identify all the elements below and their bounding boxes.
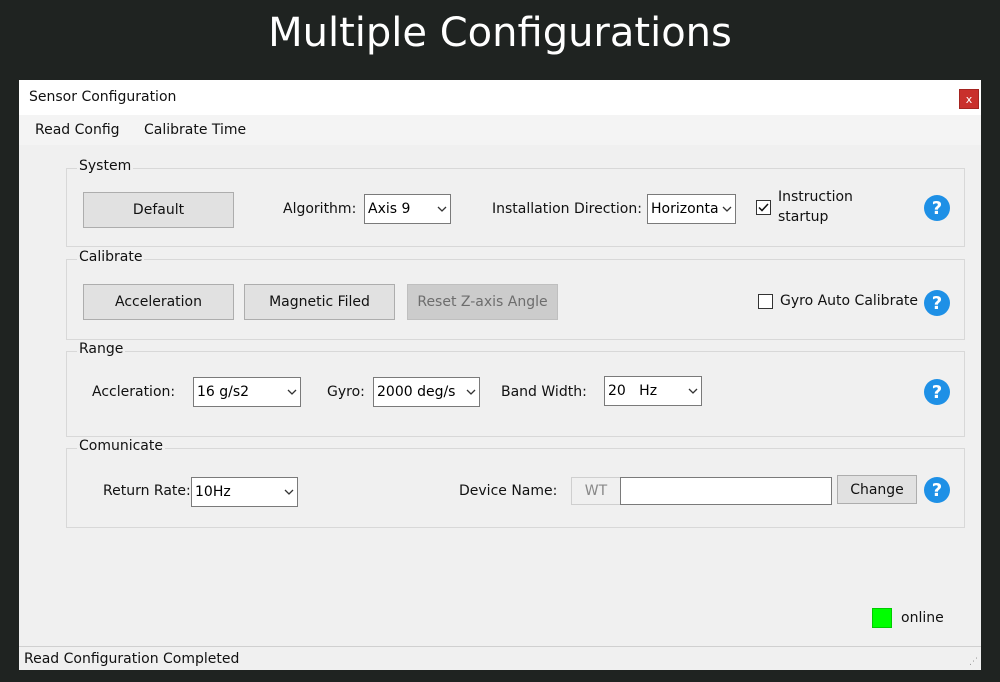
help-icon[interactable]: ? — [924, 195, 950, 221]
banner-title: Multiple Configurations — [268, 10, 732, 56]
menu-bar: Read Config Calibrate Time — [19, 115, 981, 145]
online-label: online — [901, 610, 944, 626]
device-name-input[interactable] — [620, 477, 832, 505]
status-message: Read Configuration Completed — [24, 651, 240, 667]
magnetic-field-calibrate-button[interactable]: Magnetic Filed — [244, 284, 395, 320]
calibrate-group-title: Calibrate — [77, 249, 145, 265]
menu-read-config[interactable]: Read Config — [35, 122, 120, 138]
sensor-config-window: Sensor Configuration x Read Config Calib… — [19, 80, 981, 670]
gyro-auto-calibrate-label: Gyro Auto Calibrate — [780, 293, 919, 309]
range-group-title: Range — [77, 341, 126, 357]
chevron-down-icon — [685, 377, 701, 405]
chevron-down-icon — [434, 195, 450, 223]
bandwidth-select[interactable]: 20 Hz — [604, 376, 702, 406]
return-rate-select[interactable]: 10Hz — [191, 477, 298, 507]
device-name-label: Device Name: — [459, 483, 558, 499]
algorithm-value: Axis 9 — [368, 201, 411, 217]
system-group-title: System — [77, 158, 134, 174]
change-button[interactable]: Change — [837, 475, 917, 504]
reset-z-axis-button[interactable]: Reset Z-axis Angle — [407, 284, 558, 320]
window-title: Sensor Configuration — [29, 89, 177, 105]
communicate-group-title: Comunicate — [77, 438, 165, 454]
check-icon — [758, 203, 769, 212]
return-rate-value: 10Hz — [195, 484, 231, 500]
communicate-group: Comunicate Return Rate: 10Hz Device Name… — [66, 438, 965, 528]
algorithm-select[interactable]: Axis 9 — [364, 194, 451, 224]
title-bar: Sensor Configuration x — [19, 80, 981, 115]
online-indicator — [872, 608, 892, 628]
instruction-startup-checkbox[interactable] — [756, 200, 771, 215]
menu-calibrate-time[interactable]: Calibrate Time — [144, 122, 246, 138]
range-acceleration-value: 16 g/s2 — [197, 384, 250, 400]
acceleration-calibrate-button[interactable]: Acceleration — [83, 284, 234, 320]
gyro-range-select[interactable]: 2000 deg/s — [373, 377, 480, 407]
range-acceleration-select[interactable]: 16 g/s2 — [193, 377, 301, 407]
close-button[interactable]: x — [959, 89, 979, 109]
chevron-down-icon — [281, 478, 297, 506]
help-icon[interactable]: ? — [924, 477, 950, 503]
installation-direction-value: Horizontal — [651, 201, 719, 217]
installation-direction-select[interactable]: Horizontal — [647, 194, 736, 224]
help-icon[interactable]: ? — [924, 290, 950, 316]
instruction-label-line2: startup — [778, 209, 829, 225]
system-group: System Default Algorithm: Axis 9 Install… — [66, 158, 965, 247]
chevron-down-icon — [284, 378, 300, 406]
algorithm-label: Algorithm: — [283, 201, 357, 217]
range-group: Range Accleration: 16 g/s2 Gyro: 2000 de… — [66, 341, 965, 437]
bandwidth-value: 20 Hz — [608, 383, 658, 399]
default-button[interactable]: Default — [83, 192, 234, 228]
resize-grip-icon[interactable]: ⋰ — [969, 657, 978, 667]
status-bar: Read Configuration Completed ⋰ — [19, 646, 981, 670]
range-acceleration-label: Accleration: — [92, 384, 176, 400]
chevron-down-icon — [463, 378, 479, 406]
help-icon[interactable]: ? — [924, 379, 950, 405]
gyro-auto-calibrate-checkbox[interactable] — [758, 294, 773, 309]
calibrate-group: Calibrate Acceleration Magnetic Filed Re… — [66, 249, 965, 340]
return-rate-label: Return Rate: — [103, 483, 191, 499]
gyro-range-label: Gyro: — [327, 384, 365, 400]
device-name-prefix: WT — [571, 477, 621, 505]
installation-direction-label: Installation Direction: — [492, 201, 642, 217]
gyro-range-value: 2000 deg/s — [377, 384, 456, 400]
instruction-label-line1: Instruction — [778, 189, 853, 205]
chevron-down-icon — [719, 195, 735, 223]
bandwidth-label: Band Width: — [501, 384, 587, 400]
